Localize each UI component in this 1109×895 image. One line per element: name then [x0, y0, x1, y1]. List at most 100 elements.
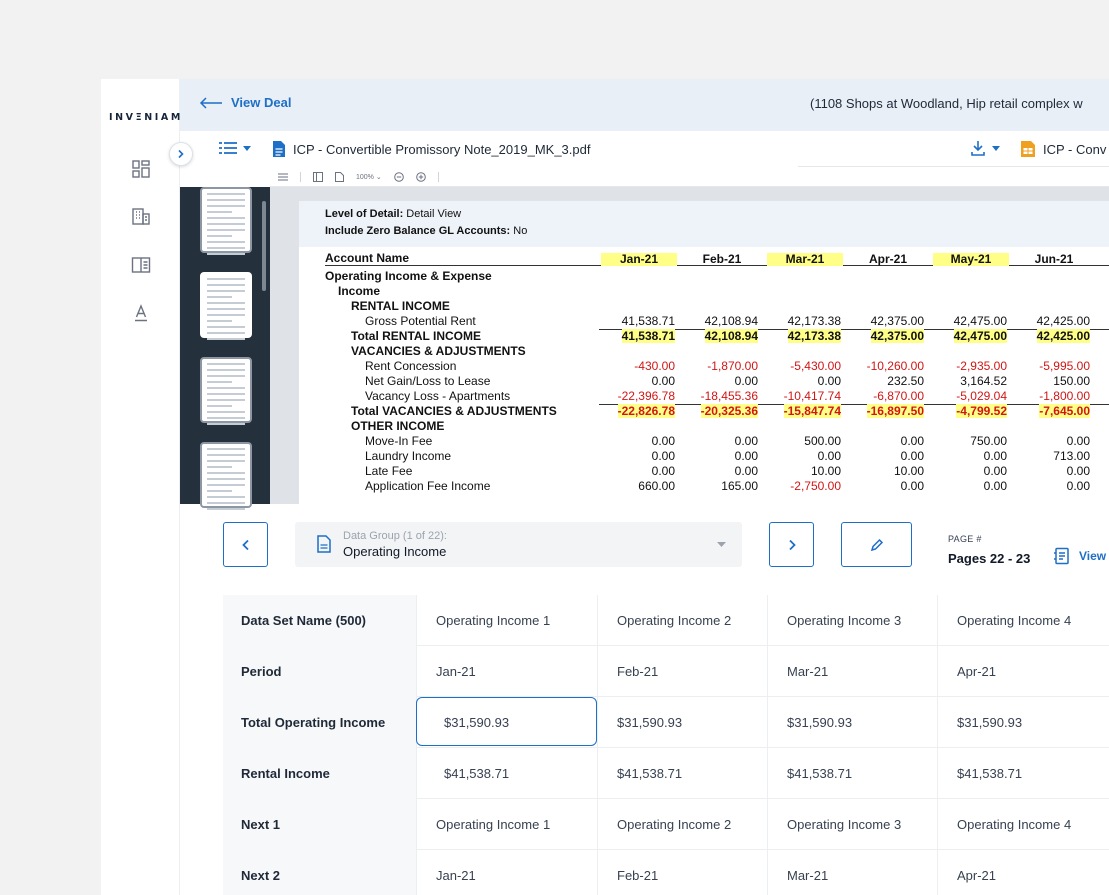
- table-cell[interactable]: Mar-21: [767, 646, 937, 697]
- data-group-select[interactable]: Data Group (1 of 22): Operating Income: [295, 522, 742, 567]
- table-cell[interactable]: Operating Income 4: [937, 595, 1109, 646]
- account-value: 0.00: [734, 464, 758, 478]
- account-row-label: Rent Concession: [365, 359, 457, 373]
- view-deal-link[interactable]: View Deal: [199, 95, 291, 110]
- building-icon[interactable]: [131, 206, 151, 226]
- thumbnail-scrollbar[interactable]: [262, 201, 266, 291]
- account-value: 0.00: [900, 449, 924, 463]
- zoom-level: 100%: [356, 173, 374, 181]
- dashboard-icon[interactable]: [131, 159, 151, 179]
- table-cell[interactable]: $41,538.71: [937, 748, 1109, 799]
- page-thumbnail[interactable]: [200, 272, 252, 340]
- left-rail: INVΞNIAM: [101, 79, 180, 895]
- account-row-label: RENTAL INCOME: [351, 299, 450, 313]
- document-icon: [273, 141, 285, 157]
- account-value-text: -4,799.52: [956, 404, 1007, 418]
- table-cell[interactable]: $31,590.93: [767, 697, 937, 748]
- zoom-out-icon[interactable]: [393, 171, 404, 182]
- table-cell[interactable]: Operating Income 2: [597, 799, 767, 850]
- account-value: -1,800.00: [1039, 389, 1090, 403]
- next-group-button[interactable]: [769, 522, 814, 567]
- table-cell[interactable]: $31,590.93: [937, 697, 1109, 748]
- page-thumbnail[interactable]: [200, 442, 252, 510]
- brand-logo: INVΞNIAM: [109, 112, 183, 123]
- data-group-label: Data Group (1 of 22):: [343, 530, 447, 542]
- account-value: -15,847.74: [765, 404, 841, 419]
- account-value: 42,425.00: [1014, 329, 1090, 344]
- page-view-icon[interactable]: [335, 171, 344, 182]
- table-cell[interactable]: $41,538.71: [597, 748, 767, 799]
- account-value: 660.00: [638, 479, 675, 493]
- table-cell[interactable]: $31,590.93: [597, 697, 767, 748]
- account-value-text: 42,108.94: [704, 329, 758, 343]
- account-row-label: Gross Potential Rent: [365, 314, 476, 328]
- text-format-icon[interactable]: [131, 303, 151, 323]
- row-header: Rental Income: [223, 748, 416, 799]
- account-value: -430.00: [634, 359, 675, 373]
- list-icon: [219, 142, 237, 154]
- table-cell[interactable]: Operating Income 1: [416, 595, 597, 646]
- account-value: -10,260.00: [866, 359, 924, 373]
- expand-rail-button[interactable]: [169, 142, 193, 166]
- chevron-right-icon: [788, 539, 796, 550]
- table-cell[interactable]: $41,538.71: [416, 748, 597, 799]
- month-header: Jun-21: [1034, 252, 1074, 266]
- panel-icon[interactable]: [131, 255, 151, 275]
- page-thumbnail[interactable]: [200, 187, 252, 255]
- page-thumbnail[interactable]: [200, 357, 252, 425]
- table-cell[interactable]: Apr-21: [937, 646, 1109, 697]
- second-document-tab[interactable]: ICP - Conv: [1020, 140, 1106, 158]
- main-area: View Deal (1108 Shops at Woodland, Hip r…: [180, 79, 1109, 895]
- account-value: 42,108.94: [682, 329, 758, 344]
- account-value: -22,396.78: [617, 389, 675, 403]
- table-cell[interactable]: Feb-21: [597, 646, 767, 697]
- table-cell[interactable]: Operating Income 2: [597, 595, 767, 646]
- zoom-select[interactable]: 100% ⌄: [356, 173, 382, 181]
- table-cell[interactable]: Operating Income 1: [416, 799, 597, 850]
- account-value: -6,870.00: [873, 389, 924, 403]
- table-cell[interactable]: Operating Income 3: [767, 799, 937, 850]
- table-cell[interactable]: $41,538.71: [767, 748, 937, 799]
- document-tab[interactable]: ICP - Convertible Promissory Note_2019_M…: [272, 140, 590, 158]
- account-value: 500.00: [804, 434, 841, 448]
- arrow-left-icon: [199, 96, 222, 109]
- row-header: Total Operating Income: [223, 697, 416, 748]
- table-cell[interactable]: Feb-21: [597, 850, 767, 895]
- document-icon: [317, 535, 331, 553]
- download-icon: [971, 141, 985, 156]
- account-value: 150.00: [1053, 374, 1090, 388]
- row-header: Next 1: [223, 799, 416, 850]
- table-cell[interactable]: Mar-21: [767, 850, 937, 895]
- account-value: 42,108.94: [704, 314, 758, 328]
- month-header: Feb-21: [702, 252, 742, 266]
- table-cell[interactable]: Jan-21: [416, 646, 597, 697]
- document-list-menu[interactable]: [219, 141, 251, 155]
- table-cell[interactable]: Apr-21: [937, 850, 1109, 895]
- month-header: Jan-21: [601, 253, 677, 266]
- selected-cell-outline: [416, 697, 597, 746]
- view-label: View: [1079, 549, 1107, 563]
- sidebar-toggle-icon[interactable]: [313, 171, 323, 182]
- table-row: Rental Income $41,538.71 $41,538.71 $41,538…: [223, 748, 1109, 799]
- account-value-text: -16,897.50: [866, 404, 924, 418]
- table-cell[interactable]: Operating Income 3: [767, 595, 937, 646]
- account-value: 750.00: [970, 434, 1007, 448]
- table-cell[interactable]: Operating Income 4: [937, 799, 1109, 850]
- table-row: Next 2 Jan-21 Feb-21 Mar-21 Apr-21: [223, 850, 1109, 895]
- account-value: 232.50: [887, 374, 924, 388]
- chevron-left-icon: [241, 539, 249, 550]
- prev-group-button[interactable]: [223, 522, 268, 567]
- top-bar: View Deal (1108 Shops at Woodland, Hip r…: [180, 79, 1109, 131]
- account-value: -10,417.74: [783, 389, 841, 403]
- account-name-header: Account Name: [325, 251, 410, 265]
- edit-button[interactable]: [841, 522, 912, 567]
- account-row-label: Total RENTAL INCOME: [351, 329, 481, 343]
- zoom-in-icon[interactable]: [415, 171, 426, 182]
- account-value: 0.00: [1066, 434, 1090, 448]
- table-cell[interactable]: Jan-21: [416, 850, 597, 895]
- account-value: 42,173.38: [765, 329, 841, 344]
- view-page-button[interactable]: View: [1053, 547, 1106, 565]
- account-row-label: VACANCIES & ADJUSTMENTS: [351, 344, 526, 358]
- download-menu[interactable]: [970, 140, 1000, 156]
- menu-icon[interactable]: [278, 173, 288, 181]
